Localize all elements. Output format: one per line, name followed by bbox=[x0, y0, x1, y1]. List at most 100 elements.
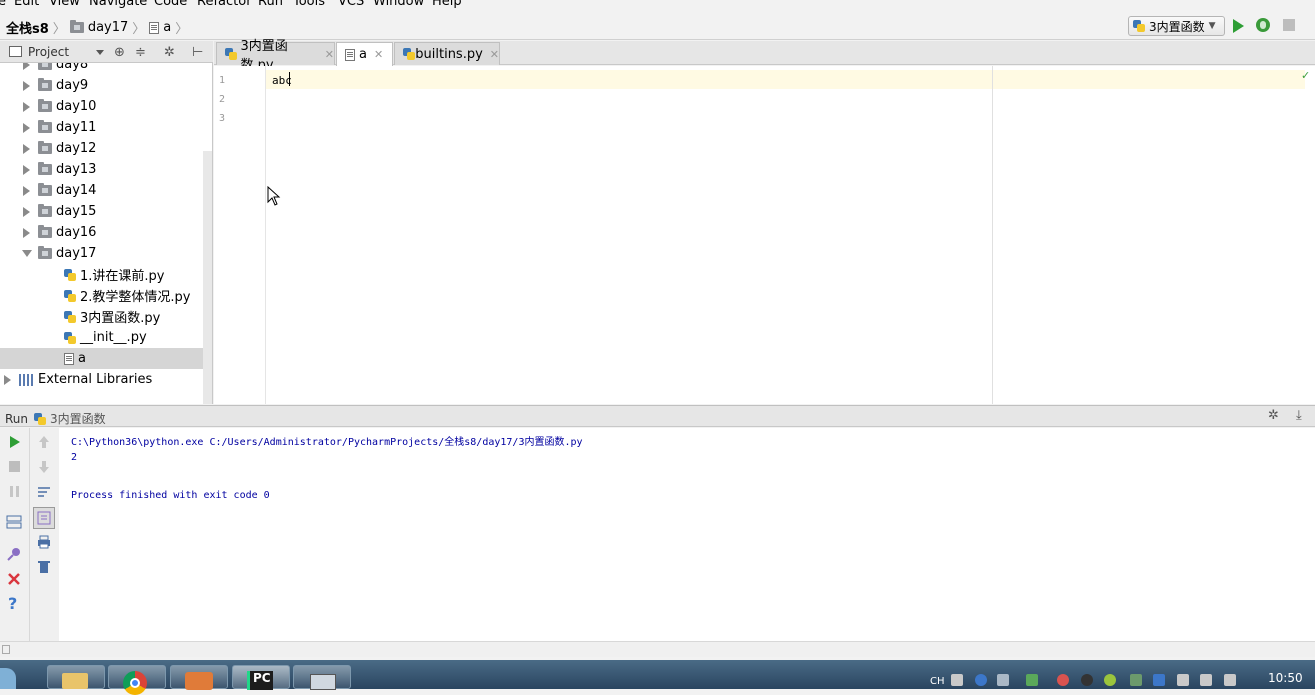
tray-icon[interactable] bbox=[997, 674, 1009, 686]
menu-view[interactable]: View bbox=[49, 0, 80, 9]
keyboard-icon[interactable] bbox=[951, 674, 963, 686]
tree-item-file-selected[interactable]: a bbox=[0, 348, 203, 369]
tree-item-file[interactable]: 3内置函数.py bbox=[0, 306, 203, 327]
scroll-to-end-toggle[interactable] bbox=[33, 507, 55, 529]
tree-item-external-libraries[interactable]: External Libraries bbox=[0, 369, 203, 390]
start-button-icon[interactable] bbox=[0, 668, 16, 689]
menu-window[interactable]: Window bbox=[373, 0, 424, 9]
run-panel-config[interactable]: 3内置函数 bbox=[50, 410, 106, 427]
tree-item-file[interactable]: __init__.py bbox=[0, 327, 203, 348]
taskbar-pycharm[interactable]: PC bbox=[232, 665, 290, 690]
expand-arrow-icon[interactable] bbox=[23, 80, 30, 91]
close-icon[interactable]: ✕ bbox=[325, 48, 334, 61]
breadcrumb-file[interactable]: a bbox=[163, 20, 171, 35]
gear-icon[interactable]: ✲ bbox=[1268, 408, 1279, 423]
soft-wrap-icon[interactable] bbox=[36, 484, 52, 500]
project-view-selector[interactable]: Project bbox=[28, 45, 69, 59]
menu-file[interactable]: e bbox=[0, 0, 6, 9]
tree-item-file[interactable]: 1.讲在课前.py bbox=[0, 264, 203, 285]
hide-panel-icon[interactable]: ⤓ bbox=[1296, 408, 1302, 423]
pause-icon[interactable] bbox=[7, 484, 23, 500]
menu-code[interactable]: Code bbox=[154, 0, 187, 9]
tree-item-file[interactable]: 2.教学整体情况.py bbox=[0, 285, 203, 306]
tree-item-day14[interactable]: day14 bbox=[0, 180, 203, 201]
expand-arrow-icon[interactable] bbox=[23, 122, 30, 133]
run-configuration-dropdown[interactable]: 3内置函数 ▼ bbox=[1128, 16, 1225, 36]
hide-panel-icon[interactable]: ⊢ bbox=[192, 45, 203, 60]
tree-item-day10[interactable]: day10 bbox=[0, 96, 203, 117]
tab-a[interactable]: a ✕ bbox=[336, 42, 393, 66]
tree-item-day8[interactable]: day8 bbox=[0, 63, 203, 75]
menu-tools[interactable]: Tools bbox=[293, 0, 325, 9]
expand-arrow-icon[interactable] bbox=[4, 374, 11, 385]
gear-icon[interactable]: ✲ bbox=[164, 45, 175, 60]
chevron-down-icon[interactable] bbox=[96, 50, 104, 55]
close-icon[interactable] bbox=[6, 571, 22, 587]
tree-item-day13[interactable]: day13 bbox=[0, 159, 203, 180]
taskbar-clock[interactable]: 10:50 bbox=[1268, 671, 1303, 685]
menu-vcs[interactable]: VCS bbox=[338, 0, 364, 9]
help-icon[interactable]: ? bbox=[8, 594, 17, 613]
collapse-all-icon[interactable]: ≑ bbox=[135, 45, 146, 60]
taskbar-app[interactable] bbox=[170, 665, 228, 690]
menu-refactor[interactable]: Refactor bbox=[197, 0, 252, 9]
tree-item-day9[interactable]: day9 bbox=[0, 75, 203, 96]
tree-scrollbar[interactable] bbox=[203, 151, 212, 404]
taskbar-chrome[interactable] bbox=[108, 665, 166, 695]
collapse-arrow-icon[interactable] bbox=[22, 250, 32, 257]
debug-icon[interactable] bbox=[1256, 18, 1270, 32]
expand-arrow-icon[interactable] bbox=[23, 185, 30, 196]
stop-icon[interactable] bbox=[1283, 19, 1295, 31]
taskbar-explorer[interactable] bbox=[47, 665, 105, 689]
tree-item-day17[interactable]: day17 bbox=[0, 243, 203, 264]
tab-builtins[interactable]: builtins.py ✕ bbox=[394, 42, 500, 65]
help-tray-icon[interactable] bbox=[975, 674, 987, 686]
tree-item-day15[interactable]: day15 bbox=[0, 201, 203, 222]
menu-navigate[interactable]: Navigate bbox=[89, 0, 147, 9]
code-editor[interactable]: 1 2 3 abc ✓ bbox=[214, 66, 1315, 404]
tray-icon[interactable] bbox=[1081, 674, 1093, 686]
expand-arrow-icon[interactable] bbox=[23, 206, 30, 217]
volume-icon[interactable] bbox=[1224, 674, 1236, 686]
console-output[interactable]: C:\Python36\python.exe C:/Users/Administ… bbox=[59, 428, 1315, 641]
expand-arrow-icon[interactable] bbox=[23, 63, 30, 70]
breadcrumb-separator: 〉 bbox=[175, 22, 189, 37]
close-icon[interactable]: ✕ bbox=[490, 48, 499, 61]
tray-icon[interactable] bbox=[1026, 674, 1038, 686]
tray-icon[interactable] bbox=[1057, 674, 1069, 686]
tab-3-builtin-functions[interactable]: 3内置函数.py ✕ bbox=[216, 39, 335, 73]
network-icon[interactable] bbox=[1200, 674, 1212, 686]
tray-icon[interactable] bbox=[1177, 674, 1189, 686]
tree-item-day11[interactable]: day11 bbox=[0, 117, 203, 138]
close-icon[interactable]: ✕ bbox=[374, 48, 383, 61]
menu-edit[interactable]: Edit bbox=[14, 0, 39, 9]
stop-icon[interactable] bbox=[7, 459, 23, 475]
print-icon[interactable] bbox=[36, 534, 52, 550]
menu-help[interactable]: Help bbox=[432, 0, 462, 9]
breadcrumb-project[interactable]: 全栈s8 bbox=[6, 18, 49, 37]
console-horizontal-scrollbar[interactable] bbox=[0, 641, 1315, 657]
arrow-down-icon[interactable] bbox=[36, 459, 52, 475]
menu-run[interactable]: Run bbox=[258, 0, 283, 9]
scrollbar-thumb[interactable] bbox=[2, 645, 10, 654]
language-indicator[interactable]: CH bbox=[930, 676, 945, 687]
rerun-icon[interactable] bbox=[7, 434, 23, 450]
run-configuration-name: 3内置函数 bbox=[1149, 19, 1205, 34]
restore-layout-icon[interactable] bbox=[6, 514, 22, 530]
expand-arrow-icon[interactable] bbox=[23, 164, 30, 175]
run-icon[interactable] bbox=[1233, 19, 1244, 33]
pin-icon[interactable] bbox=[6, 546, 22, 562]
breadcrumb-folder[interactable]: day17 bbox=[88, 20, 128, 35]
tree-item-day12[interactable]: day12 bbox=[0, 138, 203, 159]
locate-icon[interactable]: ⊕ bbox=[114, 45, 125, 60]
arrow-up-icon[interactable] bbox=[36, 434, 52, 450]
tray-icon[interactable] bbox=[1104, 674, 1116, 686]
tray-icon[interactable] bbox=[1130, 674, 1142, 686]
expand-arrow-icon[interactable] bbox=[23, 101, 30, 112]
tree-item-day16[interactable]: day16 bbox=[0, 222, 203, 243]
bluetooth-icon[interactable] bbox=[1153, 674, 1165, 686]
taskbar-window[interactable] bbox=[293, 665, 351, 690]
expand-arrow-icon[interactable] bbox=[23, 227, 30, 238]
trash-icon[interactable] bbox=[36, 559, 52, 575]
expand-arrow-icon[interactable] bbox=[23, 143, 30, 154]
